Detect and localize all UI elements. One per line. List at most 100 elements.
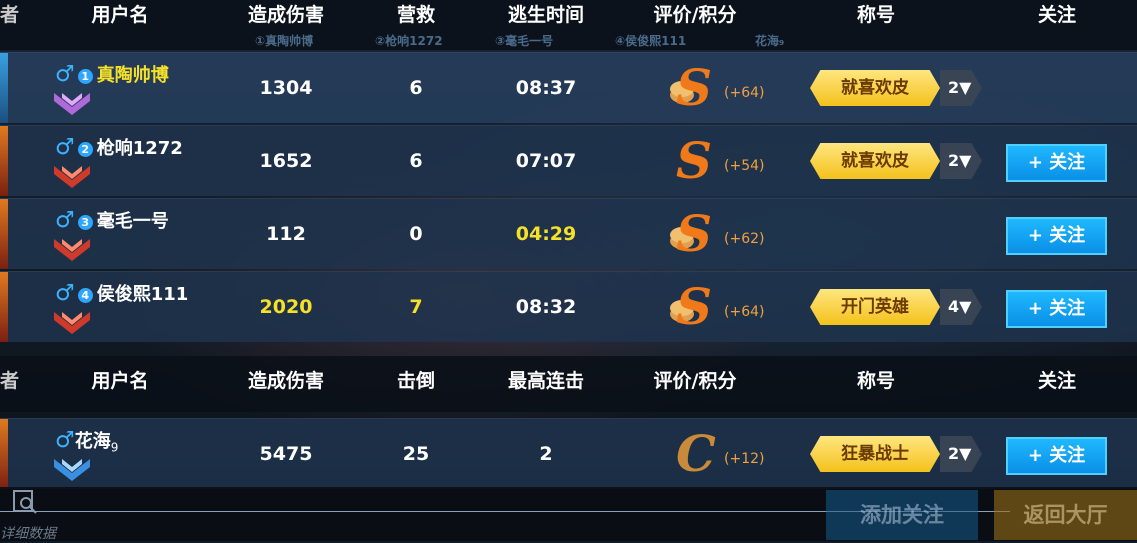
grade-letter: S	[676, 131, 713, 190]
title-text: 就喜欢皮	[841, 151, 909, 171]
rescue-value: 6	[409, 77, 423, 99]
rank-chevron-icon	[54, 166, 90, 188]
table-row[interactable]: ♂ 3 毫毛一号 112 0 04:29 S (+62) + 关注	[0, 198, 1137, 269]
title-badge[interactable]: 开门英雄	[810, 289, 940, 325]
grade-s-icon: S	[668, 280, 728, 334]
follow-button[interactable]: + 关注	[1006, 437, 1107, 475]
player-name[interactable]: ♂ 2 枪响1272	[55, 134, 183, 162]
damage-value: 1652	[259, 150, 313, 172]
male-icon: ♂	[55, 208, 75, 233]
player-name[interactable]: ♂花海9	[55, 427, 118, 455]
header-follow: 关注	[1037, 370, 1076, 392]
player-name-text: 毫毛一号	[96, 211, 169, 232]
player-index-badge: 3	[77, 214, 93, 230]
player-name[interactable]: ♂ 4 侯俊熙111	[55, 280, 188, 308]
title-level-dropdown[interactable]: 2▼	[940, 70, 982, 106]
header-max-combo: 最高连击	[507, 370, 584, 392]
player-name-text: 花海	[74, 431, 111, 452]
escape-time-value: 04:29	[515, 223, 577, 245]
player-name-text: 侯俊熙111	[96, 284, 189, 305]
rank-chevron-icon	[54, 312, 90, 334]
strip-player-3: ③毫毛一号	[495, 34, 554, 48]
details-link[interactable]: 详细数据	[0, 523, 56, 543]
player-index-badge: 1	[77, 68, 93, 84]
rank-edge	[0, 53, 8, 123]
escape-time-value: 07:07	[515, 150, 577, 172]
grade-s-icon: S	[668, 61, 728, 115]
male-icon: ♂	[55, 135, 75, 160]
follow-button[interactable]: + 关注	[1006, 217, 1107, 255]
male-icon: ♂	[55, 62, 75, 87]
player-index-badge: 4	[77, 287, 93, 303]
grade-s-icon: S	[668, 134, 728, 188]
rank-edge	[0, 126, 8, 196]
damage-value: 5475	[259, 443, 313, 465]
male-icon: ♂	[55, 428, 75, 453]
table-row[interactable]: ♂ 2 枪响1272 1652 6 07:07 S (+54) 就喜欢皮 2▼ + …	[0, 125, 1137, 196]
max-combo-value: 2	[539, 443, 553, 465]
rescue-value: 6	[409, 150, 423, 172]
grade-letter: S	[676, 277, 713, 336]
header-fragment: 者	[0, 370, 20, 392]
rank-edge	[0, 199, 8, 269]
add-follow-button[interactable]: 添加关注	[826, 490, 978, 540]
strip-player-5: 花海₉	[755, 34, 785, 48]
rescue-value: 0	[409, 223, 423, 245]
title-badge[interactable]: 狂暴战士	[810, 436, 940, 472]
points-value: (+62)	[724, 231, 765, 247]
damage-value: 2020	[259, 296, 313, 318]
header-grade: 评价/积分	[653, 370, 737, 392]
player-name-sub: 9	[110, 440, 119, 455]
grade-s-icon: S	[668, 207, 728, 261]
table-row[interactable]: ♂花海9 5475 25 2 C (+12) 狂暴战士 2▼ + 关注	[0, 418, 1137, 489]
follow-button[interactable]: + 关注	[1006, 290, 1107, 328]
player-name[interactable]: ♂ 1 真陶帅博	[55, 61, 169, 89]
rank-edge	[0, 272, 8, 342]
grade-letter: S	[676, 204, 713, 263]
title-text: 狂暴战士	[841, 444, 909, 464]
table-row[interactable]: ♂ 1 真陶帅博 1304 6 08:37 S (+64) 就喜欢皮 2▼	[0, 52, 1137, 123]
header-damage: 造成伤害	[247, 370, 324, 392]
enemy-header: 者 用户名 造成伤害 击倒 最高连击 评价/积分 称号 关注	[0, 356, 1137, 412]
title-badge[interactable]: 就喜欢皮	[810, 143, 940, 179]
grade-c-icon: C	[668, 427, 728, 481]
header-knockdowns: 击倒	[396, 370, 435, 392]
escape-time-value: 08:32	[515, 296, 577, 318]
grade-letter: C	[676, 424, 716, 483]
points-value: (+54)	[724, 158, 765, 174]
title-level-dropdown[interactable]: 2▼	[940, 143, 982, 179]
player-name-text: 枪响1272	[96, 138, 183, 159]
player-index-strip: ①真陶帅博 ②枪响1272 ③毫毛一号 ④侯俊熙111 花海₉	[0, 30, 1137, 50]
damage-value: 112	[266, 223, 306, 245]
knockdowns-value: 25	[402, 443, 430, 465]
escape-time-value: 08:37	[515, 77, 577, 99]
points-value: (+64)	[724, 304, 765, 320]
player-index-badge: 2	[77, 141, 93, 157]
title-text: 开门英雄	[841, 297, 909, 317]
rank-edge	[0, 419, 8, 489]
title-level-dropdown[interactable]: 4▼	[940, 289, 982, 325]
back-to-lobby-button[interactable]: 返回大厅	[994, 490, 1137, 540]
header-title: 称号	[856, 370, 895, 392]
male-icon: ♂	[55, 281, 75, 306]
table-row[interactable]: ♂ 4 侯俊熙111 2020 7 08:32 S (+64) 开门英雄 4▼ + …	[0, 271, 1137, 342]
rank-chevron-icon	[54, 239, 90, 261]
title-level-dropdown[interactable]: 2▼	[940, 436, 982, 472]
header-username: 用户名	[91, 370, 149, 392]
rank-chevron-icon	[54, 93, 90, 115]
player-name[interactable]: ♂ 3 毫毛一号	[55, 207, 169, 235]
strip-player-1: ①真陶帅博	[255, 34, 314, 48]
strip-player-4: ④侯俊熙111	[615, 34, 687, 48]
points-value: (+64)	[724, 85, 765, 101]
team-header: 者 用户名 造成伤害 营救 逃生时间 评价/积分 称号 关注 ①真陶帅博 ②枪响…	[0, 0, 1137, 50]
grade-letter: S	[676, 58, 713, 117]
title-text: 就喜欢皮	[841, 78, 909, 98]
follow-button[interactable]: + 关注	[1006, 144, 1107, 182]
rank-chevron-icon	[54, 459, 90, 481]
rescue-value: 7	[409, 296, 423, 318]
title-badge[interactable]: 就喜欢皮	[810, 70, 940, 106]
player-name-text: 真陶帅博	[96, 65, 169, 86]
damage-value: 1304	[259, 77, 313, 99]
points-value: (+12)	[724, 451, 765, 467]
strip-player-2: ②枪响1272	[375, 34, 443, 48]
